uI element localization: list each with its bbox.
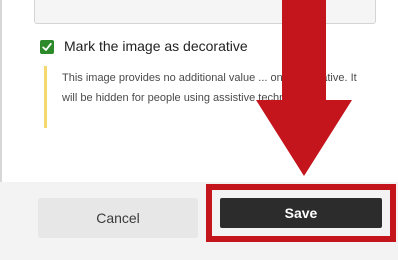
decorative-checkbox-label: Mark the image as decorative [64, 38, 248, 54]
dialog: Mark the image as decorative This image … [0, 0, 398, 260]
cancel-button[interactable]: Cancel [38, 198, 198, 238]
checkmark-icon [42, 42, 52, 51]
save-button[interactable]: Save [220, 198, 382, 228]
decorative-checkbox[interactable] [40, 40, 54, 54]
save-button-highlight: Save [206, 184, 396, 242]
red-arrow-icon [256, 0, 352, 176]
help-text-accent [44, 66, 47, 128]
